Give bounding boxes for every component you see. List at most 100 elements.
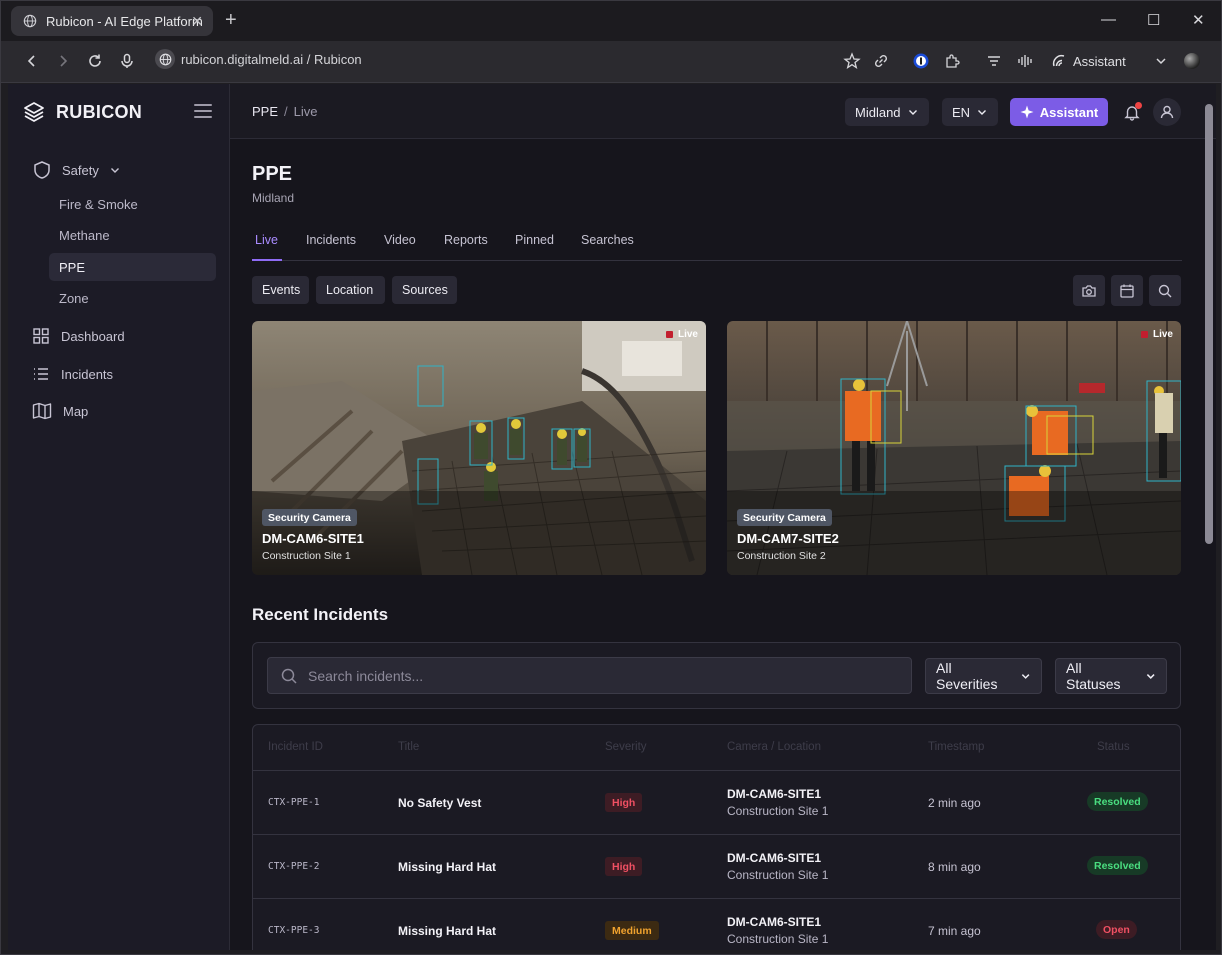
brand-logo[interactable]: RUBICON (22, 100, 142, 124)
tab-bar: Rubicon - AI Edge Platform ✕ + — ☐ ✕ (1, 1, 1221, 41)
reload-icon[interactable] (86, 52, 104, 70)
app-topbar: PPE / Live Midland EN Assistant (230, 84, 1216, 139)
column-header[interactable]: Status (1097, 741, 1130, 753)
bookmark-star-icon[interactable] (843, 52, 861, 70)
table-row[interactable]: CTX-PPE-3 Missing Hard Hat Medium DM-CAM… (253, 899, 1180, 950)
avatar[interactable] (1153, 98, 1181, 126)
microphone-icon[interactable] (118, 52, 136, 70)
language-select[interactable]: EN (942, 98, 999, 126)
incident-title: Missing Hard Hat (398, 860, 497, 874)
forward-icon[interactable] (54, 52, 72, 70)
table-row[interactable]: CTX-PPE-1 No Safety Vest High DM-CAM6-SI… (253, 771, 1180, 835)
chevron-down-icon (1146, 674, 1155, 679)
extensions-icon[interactable] (943, 52, 961, 70)
column-header[interactable]: Timestamp (928, 741, 984, 753)
camera-tile[interactable]: Live Security Camera DM-CAM6-SITE1 Const… (252, 321, 706, 575)
shield-icon (34, 161, 50, 179)
language-select-value: EN (952, 104, 971, 120)
layers-icon (24, 102, 44, 122)
assistant-button-label: Assistant (1039, 104, 1099, 120)
sidebar-item-fire-smoke[interactable]: Fire & Smoke (49, 190, 216, 218)
browser-window: Rubicon - AI Edge Platform ✕ + — ☐ ✕ rub… (0, 0, 1222, 955)
notifications-button[interactable] (1123, 102, 1142, 121)
site-info-icon[interactable] (155, 49, 175, 69)
page-scrollbar[interactable] (1205, 104, 1213, 544)
sidebar-item-methane[interactable]: Methane (49, 221, 216, 249)
back-icon[interactable] (23, 52, 41, 70)
tab-reports[interactable]: Reports (444, 233, 488, 247)
column-header[interactable]: Incident ID (268, 741, 323, 753)
sidebar-item-dashboard[interactable]: Dashboard (32, 327, 125, 345)
incident-title: No Safety Vest (398, 796, 482, 810)
sidebar-item-incidents[interactable]: Incidents (32, 365, 113, 383)
snapshot-button[interactable] (1073, 275, 1105, 306)
link-icon[interactable] (872, 52, 890, 70)
incident-id: CTX-PPE-1 (268, 797, 320, 808)
incident-id: CTX-PPE-2 (268, 861, 320, 872)
camera-name: DM-CAM6-SITE1 (262, 531, 364, 546)
sidebar-item-zone[interactable]: Zone (49, 284, 216, 312)
tab-video[interactable]: Video (384, 233, 416, 247)
address-bar[interactable]: rubicon.digitalmeld.ai / Rubicon (155, 49, 362, 69)
table-header: Incident ID Title Severity Camera / Loca… (253, 725, 1180, 771)
tab-pinned[interactable]: Pinned (515, 233, 554, 247)
incident-location: Construction Site 1 (727, 804, 829, 818)
sidebar-item-map[interactable]: Map (32, 402, 88, 420)
profile-icon[interactable] (1184, 53, 1200, 69)
sparkle-icon (1020, 105, 1034, 119)
incidents-table: Incident ID Title Severity Camera / Loca… (252, 724, 1181, 950)
status-badge: Resolved (1087, 856, 1148, 875)
close-tab-icon[interactable]: ✕ (191, 13, 203, 30)
filter-location[interactable]: Location (316, 276, 385, 304)
menu-toggle-icon[interactable] (194, 104, 212, 118)
breadcrumb-root[interactable]: PPE (252, 104, 278, 119)
column-header[interactable]: Camera / Location (727, 741, 821, 753)
incident-id: CTX-PPE-3 (268, 925, 320, 936)
live-dot (665, 331, 673, 338)
sidebar-item-label: Incidents (61, 366, 114, 382)
chevron-down-icon (1021, 674, 1030, 679)
column-header[interactable]: Title (398, 741, 419, 753)
minimize-icon[interactable]: — (1101, 11, 1116, 28)
camera-tile[interactable]: Live Security Camera DM-CAM7-SITE2 Const… (727, 321, 1181, 575)
incident-location: Construction Site 1 (727, 932, 829, 946)
severity-select[interactable]: All Severities (925, 658, 1042, 694)
status-badge: Resolved (1087, 792, 1148, 811)
new-tab-icon[interactable]: + (225, 9, 237, 32)
app-page: RUBICON Safety Fire & Smoke Methane PPE … (8, 84, 1216, 950)
search-button[interactable] (1149, 275, 1181, 306)
filter-sources[interactable]: Sources (392, 276, 457, 304)
date-button[interactable] (1111, 275, 1143, 306)
camera-name: DM-CAM7-SITE2 (737, 531, 839, 546)
incident-search-field[interactable] (267, 657, 912, 694)
severity-select-value: All Severities (936, 660, 998, 692)
column-header[interactable]: Severity (605, 741, 647, 753)
table-row[interactable]: CTX-PPE-2 Missing Hard Hat High DM-CAM6-… (253, 835, 1180, 899)
incident-search-input[interactable] (308, 667, 888, 684)
tab-incidents[interactable]: Incidents (306, 233, 356, 247)
reading-list-icon[interactable] (985, 52, 1003, 70)
live-indicator: Live (665, 329, 698, 340)
site-select[interactable]: Midland (845, 98, 929, 126)
status-badge: Open (1096, 920, 1137, 939)
url-text[interactable]: rubicon.digitalmeld.ai / Rubicon (181, 52, 362, 67)
sidebar-item-ppe[interactable]: PPE (49, 253, 216, 281)
assistant-button[interactable]: Assistant (1010, 98, 1108, 126)
tab-searches[interactable]: Searches (581, 233, 634, 247)
browser-tab[interactable]: Rubicon - AI Edge Platform ✕ (11, 6, 213, 36)
incident-camera: DM-CAM6-SITE1 (727, 851, 822, 865)
maximize-icon[interactable]: ☐ (1147, 11, 1160, 29)
globe-icon (23, 14, 37, 28)
browser-assistant-button[interactable]: Assistant (1051, 53, 1126, 69)
status-select[interactable]: All Statuses (1055, 658, 1167, 694)
nav-group-safety[interactable]: Safety (32, 160, 121, 180)
password-manager-icon[interactable] (912, 52, 930, 70)
audio-wave-icon[interactable] (1016, 52, 1034, 70)
sidebar: RUBICON Safety Fire & Smoke Methane PPE … (8, 84, 230, 950)
tab-live[interactable]: Live (255, 233, 278, 247)
chevron-down-icon[interactable] (1152, 52, 1170, 70)
assistant-signal-icon (1052, 54, 1065, 67)
incident-camera: DM-CAM6-SITE1 (727, 915, 822, 929)
filter-events[interactable]: Events (252, 276, 309, 304)
close-window-icon[interactable]: ✕ (1192, 11, 1205, 29)
